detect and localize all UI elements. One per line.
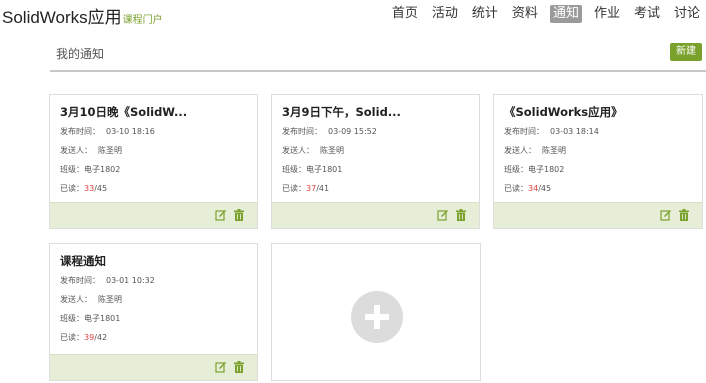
class-value: 电子1802	[84, 165, 121, 174]
brand-title: SolidWorks应用	[2, 8, 122, 27]
sender-value: 陈圣明	[320, 146, 344, 155]
sender-label: 发送人：	[504, 146, 536, 155]
card-read: 已读：33/45	[60, 183, 107, 194]
card-read: 已读：37/41	[282, 183, 329, 194]
nav-activities[interactable]: 活动	[430, 5, 460, 23]
page-title: 我的通知	[56, 47, 105, 61]
read-total: /42	[94, 333, 108, 342]
class-value: 电子1801	[306, 165, 343, 174]
nav-resources[interactable]: 资料	[510, 5, 540, 23]
card-published: 发布时间： 03-01 10:32	[60, 275, 155, 286]
read-total: /45	[94, 184, 108, 193]
card-published: 发布时间： 03-03 18:14	[504, 126, 599, 137]
trash-icon[interactable]	[455, 209, 467, 221]
sender-value: 陈圣明	[542, 146, 566, 155]
class-value: 电子1802	[528, 165, 565, 174]
class-value: 电子1801	[84, 314, 121, 323]
sender-label: 发送人：	[60, 295, 92, 304]
sender-label: 发送人：	[60, 146, 92, 155]
class-label: 班级：	[60, 314, 84, 323]
card-published: 发布时间： 03-10 18:16	[60, 126, 155, 137]
card-title[interactable]: 课程通知	[60, 253, 106, 269]
add-notification-card[interactable]	[271, 243, 481, 381]
card-read: 已读：34/45	[504, 183, 551, 194]
card-title[interactable]: 3月9日下午，Solid...	[282, 104, 401, 120]
card-class: 班级：电子1801	[282, 164, 342, 175]
card-sender: 发送人： 陈圣明	[504, 145, 566, 156]
card-footer	[494, 202, 702, 228]
published-label: 发布时间：	[504, 127, 544, 136]
trash-icon[interactable]	[233, 209, 245, 221]
read-total: /45	[538, 184, 552, 193]
class-label: 班级：	[60, 165, 84, 174]
card-sender: 发送人： 陈圣明	[282, 145, 344, 156]
read-count: 34	[528, 184, 539, 193]
published-label: 发布时间：	[60, 127, 100, 136]
brand-subtitle: 课程门户	[122, 15, 163, 26]
read-total: /41	[316, 184, 330, 193]
published-value: 03-09 15:52	[328, 127, 377, 136]
card-class: 班级：电子1802	[60, 164, 120, 175]
nav-notifications[interactable]: 通知	[549, 5, 582, 23]
sender-label: 发送人：	[282, 146, 314, 155]
read-label: 已读：	[504, 184, 528, 193]
sender-value: 陈圣明	[98, 146, 122, 155]
card-read: 已读：39/42	[60, 332, 107, 343]
main-nav: 首页 活动 统计 资料 通知 作业 考试 讨论	[390, 5, 702, 23]
notification-card[interactable]: 3月9日下午，Solid... 发布时间： 03-09 15:52 发送人： 陈圣明…	[271, 94, 480, 229]
card-class: 班级：电子1801	[60, 313, 120, 324]
section-divider	[50, 70, 706, 72]
top-header: SolidWorks应用课程门户 首页 活动 统计 资料 通知 作业 考试 讨论	[0, 0, 706, 34]
edit-icon[interactable]	[437, 209, 449, 221]
nav-exams[interactable]: 考试	[632, 5, 662, 23]
read-count: 33	[84, 184, 95, 193]
card-sender: 发送人： 陈圣明	[60, 145, 122, 156]
read-count: 39	[84, 333, 95, 342]
card-title[interactable]: 3月10日晚《SolidW...	[60, 104, 187, 120]
nav-home[interactable]: 首页	[390, 5, 420, 23]
class-label: 班级：	[282, 165, 306, 174]
read-label: 已读：	[282, 184, 306, 193]
card-footer	[50, 202, 257, 228]
published-value: 03-01 10:32	[106, 276, 155, 285]
card-published: 发布时间： 03-09 15:52	[282, 126, 377, 137]
brand[interactable]: SolidWorks应用课程门户	[2, 3, 163, 28]
plus-icon[interactable]	[351, 291, 403, 343]
edit-icon[interactable]	[660, 209, 672, 221]
notification-card[interactable]: 课程通知 发布时间： 03-01 10:32 发送人： 陈圣明 班级：电子1801 …	[49, 243, 258, 381]
card-footer	[50, 354, 257, 380]
read-label: 已读：	[60, 333, 84, 342]
card-footer	[272, 202, 479, 228]
nav-assignments[interactable]: 作业	[592, 5, 622, 23]
notification-card[interactable]: 《SolidWorks应用》 发布时间： 03-03 18:14 发送人： 陈圣明 …	[493, 94, 703, 229]
edit-icon[interactable]	[215, 209, 227, 221]
published-label: 发布时间：	[282, 127, 322, 136]
read-count: 37	[306, 184, 317, 193]
card-sender: 发送人： 陈圣明	[60, 294, 122, 305]
nav-discussion[interactable]: 讨论	[672, 5, 702, 23]
edit-icon[interactable]	[215, 361, 227, 373]
published-value: 03-10 18:16	[106, 127, 155, 136]
published-value: 03-03 18:14	[550, 127, 599, 136]
read-label: 已读：	[60, 184, 84, 193]
sender-value: 陈圣明	[98, 295, 122, 304]
class-label: 班级：	[504, 165, 528, 174]
trash-icon[interactable]	[233, 361, 245, 373]
card-class: 班级：电子1802	[504, 164, 564, 175]
card-title[interactable]: 《SolidWorks应用》	[504, 104, 623, 120]
trash-icon[interactable]	[678, 209, 690, 221]
published-label: 发布时间：	[60, 276, 100, 285]
notification-card[interactable]: 3月10日晚《SolidW... 发布时间： 03-10 18:16 发送人： 陈圣…	[49, 94, 258, 229]
nav-statistics[interactable]: 统计	[470, 5, 500, 23]
new-notification-button[interactable]: 新建	[670, 43, 702, 61]
